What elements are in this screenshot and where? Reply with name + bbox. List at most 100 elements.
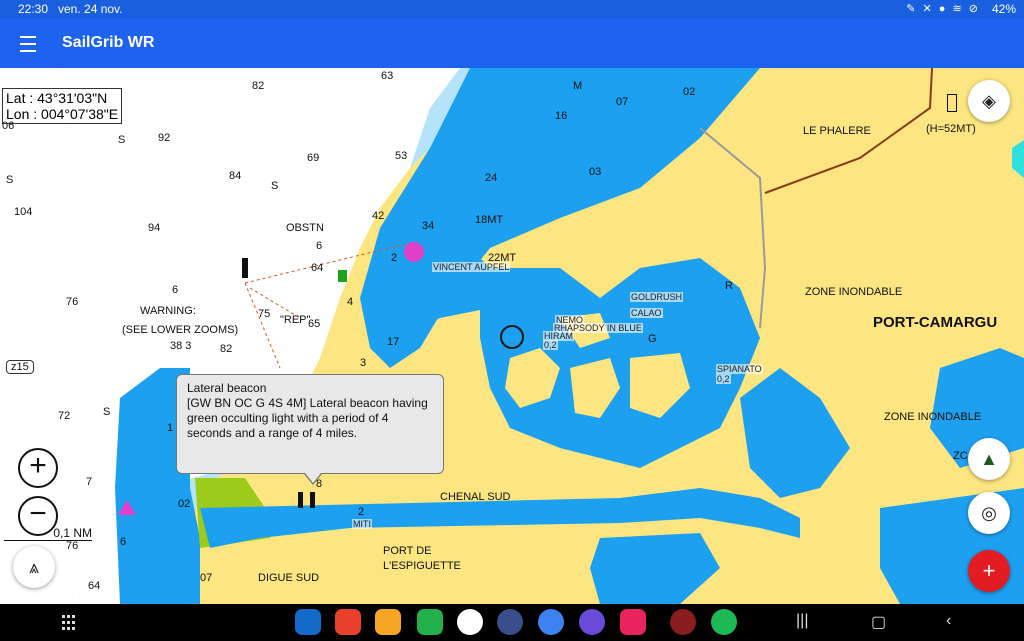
- beacon-icon[interactable]: [242, 258, 248, 278]
- vessel-label[interactable]: VINCENT AUPFEL: [432, 262, 511, 272]
- depth-sounding: 03: [589, 166, 602, 178]
- depth-sounding: 02: [178, 498, 191, 510]
- apps-grid-icon[interactable]: [62, 614, 78, 630]
- add-button[interactable]: +: [968, 550, 1010, 592]
- layers-button[interactable]: ◈: [968, 80, 1010, 122]
- vessel-marker-icon[interactable]: [404, 242, 424, 262]
- depth-sounding: 6: [172, 284, 179, 296]
- label-zc: ZC: [953, 450, 968, 462]
- depth-sounding: 34: [422, 220, 435, 232]
- depth-sounding: 94: [148, 222, 161, 234]
- green-buoy-icon: [338, 270, 347, 282]
- recents-icon[interactable]: |||: [796, 612, 808, 630]
- android-nav-bar: ||| ▢ ‹: [0, 604, 1024, 641]
- compass-icon: ⩓: [28, 557, 40, 577]
- feature-tooltip[interactable]: Lateral beacon [GW BN OC G 4S 4M] Latera…: [176, 374, 444, 485]
- label-digue-sud: DIGUE SUD: [258, 572, 320, 584]
- label-zone-inondable: ZONE INONDABLE: [884, 411, 982, 423]
- depth-sounding: S: [271, 180, 279, 192]
- depth-sounding: 02: [683, 86, 696, 98]
- lighthouse-icon: [947, 94, 957, 112]
- label-le-phalere: LE PHALERE: [803, 125, 871, 137]
- depth-sounding: 72: [58, 410, 71, 422]
- vessel-label[interactable]: CALAO: [630, 308, 663, 318]
- spotify-app-icon[interactable]: [711, 609, 737, 635]
- depth-sounding: 07: [200, 572, 213, 584]
- depth-sounding: 38 3: [170, 340, 192, 352]
- depth-sounding: 42: [372, 210, 385, 222]
- depth-sounding: 63: [381, 70, 394, 82]
- chart-letter: R: [725, 280, 733, 292]
- menu-button[interactable]: [14, 31, 42, 57]
- back-icon[interactable]: ‹: [946, 612, 951, 630]
- depth-sounding: 82: [252, 80, 265, 92]
- depth-sounding: 92: [158, 132, 171, 144]
- battery-level: 42%: [991, 2, 1016, 16]
- messages-app-icon[interactable]: [538, 609, 564, 635]
- depth-sounding: 64: [311, 262, 324, 274]
- internet-app-icon[interactable]: [579, 609, 605, 635]
- label-obstn: OBSTN: [286, 222, 324, 234]
- chart-letter: M: [573, 80, 583, 92]
- sailgrib-app-icon[interactable]: [670, 609, 696, 635]
- warning-icon: [118, 500, 136, 515]
- scale-bar: 0,1 NM: [4, 526, 92, 541]
- camera-app-icon[interactable]: [620, 609, 646, 635]
- menu-icon: [20, 36, 36, 38]
- lateral-beacon-icon[interactable]: [298, 492, 303, 508]
- settings-app-icon[interactable]: [497, 609, 523, 635]
- app-title: SailGrib WR: [62, 34, 155, 51]
- label-zone-inondable: ZONE INONDABLE: [805, 286, 903, 298]
- north-up-button[interactable]: ▲: [968, 438, 1010, 480]
- files-app-icon[interactable]: [375, 609, 401, 635]
- home-icon[interactable]: ▢: [871, 612, 886, 632]
- layers-icon: ◈: [982, 91, 996, 111]
- outlook-app-icon[interactable]: [295, 609, 321, 635]
- chrome-app-icon[interactable]: [457, 609, 483, 635]
- label-chenal-sud: CHENAL SUD: [440, 491, 511, 503]
- compass-tool-button[interactable]: ⩓: [13, 546, 55, 588]
- depth-sounding: S: [118, 134, 126, 146]
- depth-sounding: 1: [167, 422, 174, 434]
- nautical-chart[interactable]: Lat : 43°31'03"N Lon : 004°07'38"E 63 82…: [0, 68, 1024, 604]
- depth-sounding: 24: [485, 172, 498, 184]
- app-bar: SailGrib WR: [0, 19, 1024, 68]
- label-warning: WARNING:: [140, 305, 196, 317]
- vessel-label[interactable]: SPIANATO: [716, 364, 763, 374]
- lat-label: Lat :: [6, 90, 34, 106]
- phone-app-icon[interactable]: [417, 609, 443, 635]
- vessel-speed: 0,2: [543, 340, 558, 350]
- vessel-speed: 0,2: [716, 374, 731, 384]
- depth-sounding: 75: [258, 308, 271, 320]
- depth-sounding: 16: [555, 110, 568, 122]
- depth-sounding: 06: [2, 120, 15, 132]
- depth-sounding: 4: [347, 296, 354, 308]
- depth-sounding: 17: [387, 336, 400, 348]
- lateral-beacon-icon[interactable]: [310, 492, 315, 508]
- depth-sounding: 84: [229, 170, 242, 182]
- label-rep: "REP": [280, 314, 311, 326]
- depth-sounding: 69: [307, 152, 320, 164]
- label-espiguette: L'ESPIGUETTE: [383, 560, 461, 572]
- depth-sounding: 7: [86, 476, 93, 488]
- depth-sounding: 2: [391, 252, 398, 264]
- depth-sounding: 2: [358, 506, 365, 518]
- vessel-label[interactable]: GOLDRUSH: [630, 292, 684, 302]
- tooltip-title: Lateral beacon: [187, 381, 267, 395]
- label-see-lower-zooms: (SEE LOWER ZOOMS): [122, 324, 239, 336]
- locate-button[interactable]: ◎: [968, 492, 1010, 534]
- status-time: 22:30: [18, 2, 49, 16]
- status-date: ven. 24 nov.: [58, 2, 123, 16]
- depth-sounding: 6: [316, 240, 323, 252]
- vessel-label[interactable]: MITI: [352, 519, 372, 529]
- depth-sounding: 82: [220, 343, 233, 355]
- depth-sounding: 76: [66, 296, 79, 308]
- coordinates-box: Lat : 43°31'03"N Lon : 004°07'38"E: [2, 88, 123, 124]
- lon-value: 004°07'38"E: [41, 106, 119, 122]
- notes-app-icon[interactable]: [335, 609, 361, 635]
- crosshair-locate-icon: ◎: [981, 503, 997, 523]
- zoom-in-button[interactable]: +: [18, 448, 58, 488]
- depth-sounding: S: [103, 406, 111, 418]
- label-height: (H=52MT): [926, 123, 976, 135]
- chart-letter: G: [648, 333, 657, 345]
